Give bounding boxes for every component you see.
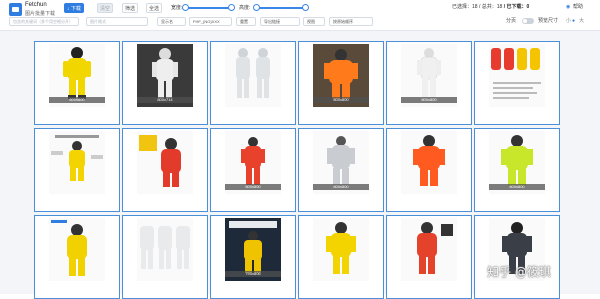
app-brand: Fetchun — [25, 2, 47, 8]
image-thumbnail — [489, 44, 545, 107]
top-toolbar: Fetchun 图片批量下载 ↓ 下载 清空 筛选 全选 宽度: 高度: 已选择… — [0, 0, 600, 31]
image-thumbnail — [401, 218, 457, 281]
red-suit-figure — [417, 222, 453, 274]
preview-size-label: 预览尺寸 — [538, 18, 559, 24]
selection-status: 已选择：18 / 总共：18 / 已下载：0 — [452, 4, 530, 10]
yellow-suit-figure — [326, 222, 356, 274]
image-card[interactable] — [210, 41, 296, 125]
image-thumbnail — [225, 44, 281, 107]
image-card[interactable]: 800x800 — [298, 41, 384, 125]
rename-pattern-input[interactable]: FHF_{NO}XXX — [189, 17, 232, 26]
three-white-suits-figure — [140, 226, 190, 269]
width-slider-track — [184, 7, 232, 9]
image-card[interactable] — [34, 128, 120, 212]
pagination-toggle[interactable] — [522, 18, 534, 24]
image-card[interactable]: 800x714 — [122, 41, 208, 125]
help-link[interactable]: 帮助 — [573, 3, 583, 11]
show-name-button[interactable]: 显示名 — [157, 17, 186, 26]
clear-button[interactable]: 清空 — [97, 3, 113, 13]
image-card[interactable] — [34, 215, 120, 299]
image-card[interactable] — [298, 215, 384, 299]
image-card[interactable] — [122, 215, 208, 299]
height-slider-track — [256, 7, 306, 9]
height-slider-max-handle[interactable] — [302, 4, 309, 11]
image-dimensions: 800x800 — [313, 97, 369, 103]
image-card[interactable]: 600x600 — [34, 41, 120, 125]
pagination-label: 分页 — [506, 18, 517, 24]
image-thumbnail — [49, 218, 105, 281]
help-icon[interactable]: ◉ — [566, 3, 570, 11]
image-card[interactable]: 800x800 — [386, 41, 472, 125]
width-label: 宽度: — [171, 5, 183, 11]
select-all-button[interactable]: 全选 — [146, 3, 162, 13]
image-card[interactable] — [474, 215, 560, 299]
image-card[interactable]: 800x800 — [474, 128, 560, 212]
image-card[interactable] — [386, 128, 472, 212]
image-thumbnail — [49, 131, 105, 194]
image-card[interactable] — [386, 215, 472, 299]
image-thumbnail — [137, 218, 193, 281]
app-subtitle: 图片批量下载 — [25, 11, 56, 17]
red-suit-poster-figure — [139, 135, 181, 187]
rename-button[interactable]: 重置 — [236, 17, 256, 26]
watermark: 知乎 @筱琪 — [487, 265, 551, 279]
image-dimensions: 790x806 — [225, 271, 281, 277]
orange-suit-figure — [413, 135, 445, 186]
height-slider-min-handle[interactable] — [253, 4, 260, 11]
image-dimensions: 800x800 — [313, 184, 369, 190]
image-dimensions: 800x800 — [401, 97, 457, 103]
width-slider-max-handle[interactable] — [228, 4, 235, 11]
image-format-select[interactable]: 图片格式 — [86, 17, 148, 26]
preview-size-small[interactable]: 小 — [566, 17, 571, 25]
image-card[interactable]: 800x800 — [210, 128, 296, 212]
filter-button[interactable]: 筛选 — [122, 3, 138, 13]
yellow-suit-figure — [51, 220, 87, 276]
image-card[interactable] — [122, 128, 208, 212]
image-card[interactable]: 800x800 — [298, 128, 384, 212]
two-grey-suits-figure — [236, 48, 270, 98]
height-label: 高度: — [239, 5, 251, 11]
image-dimensions: 800x714 — [137, 97, 193, 103]
yellow-suit-diagram-figure — [51, 135, 103, 181]
image-card[interactable]: 790x806 — [210, 215, 296, 299]
four-suits-figure — [491, 48, 541, 99]
export-links-button[interactable]: 导出链接 — [260, 17, 300, 26]
width-slider-min-handle[interactable] — [182, 4, 189, 11]
preview-size-radio-icon[interactable]: ● — [572, 17, 575, 25]
image-thumbnail — [137, 131, 193, 194]
image-dimensions: 600x600 — [49, 97, 105, 103]
app-logo-icon — [9, 3, 22, 16]
preview-size-large[interactable]: 大 — [579, 17, 584, 25]
view-button[interactable]: 视图 — [303, 17, 325, 26]
image-thumbnail — [401, 131, 457, 194]
download-button[interactable]: ↓ 下载 — [64, 3, 84, 13]
image-dimensions: 800x800 — [489, 184, 545, 190]
sort-order-select[interactable]: 按原始顺序 — [329, 17, 373, 26]
keyword-filter-input[interactable]: 包含的关键词（多个用空格分开） — [9, 17, 79, 26]
image-grid: 600x600 800x714 800x800 800x800 800x800 … — [34, 39, 566, 299]
image-dimensions: 800x800 — [225, 184, 281, 190]
image-card[interactable] — [474, 41, 560, 125]
image-thumbnail — [313, 218, 369, 281]
